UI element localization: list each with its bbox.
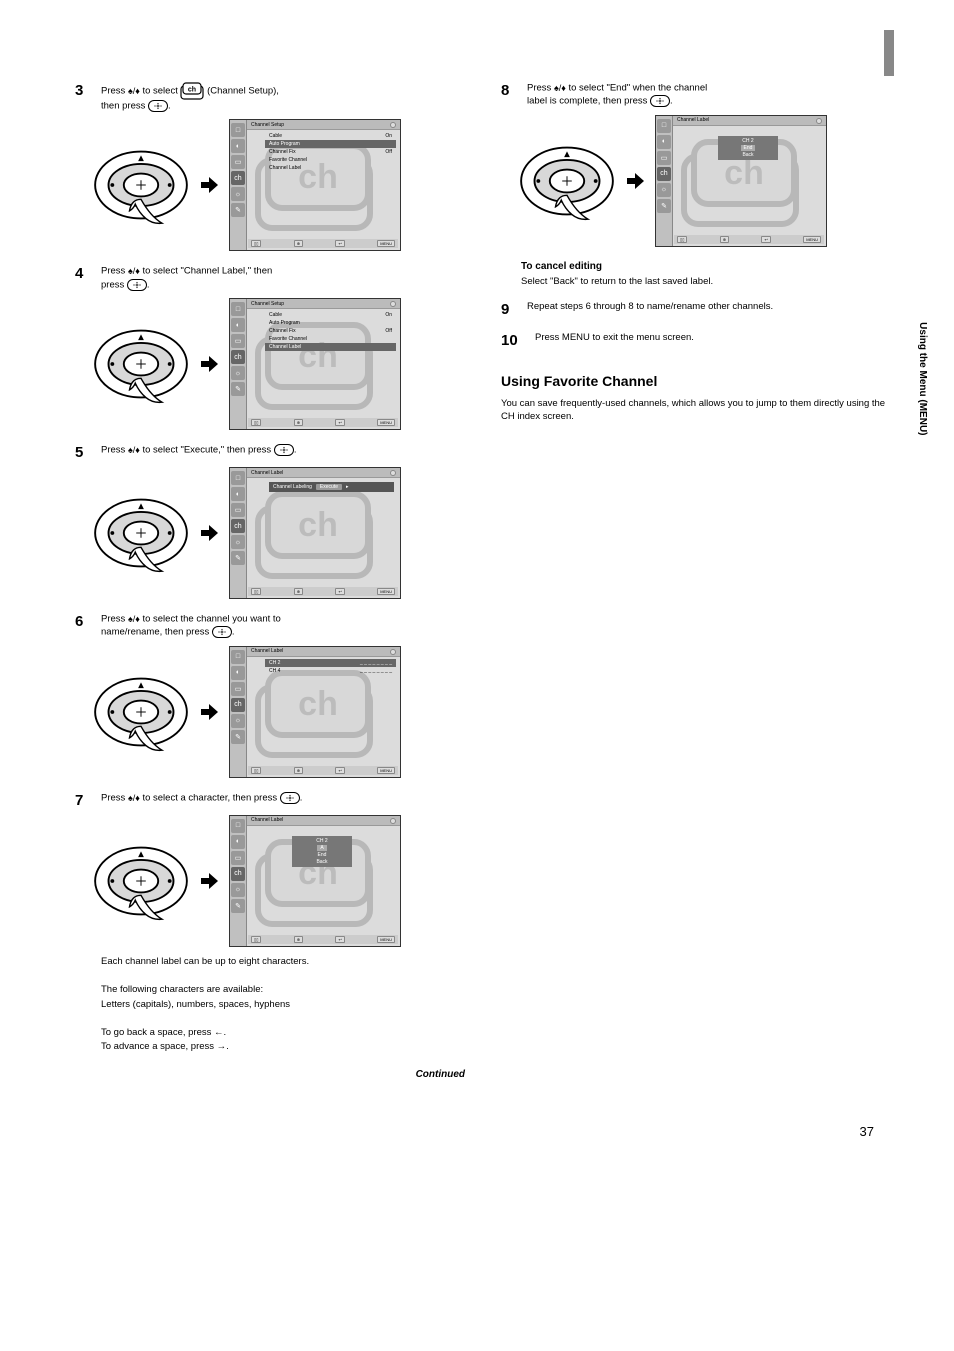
enter-button-icon: [148, 100, 168, 112]
step-6: 6 Press ♠/♦ to select the channel you wa…: [75, 613, 465, 778]
up-down-icon: ♠/♦: [128, 86, 140, 96]
step-text: Press ♠/♦ to select "Channel Label," the…: [101, 265, 272, 292]
sidebar-channel-icon: ch: [231, 171, 245, 185]
dpad-illustration: [93, 490, 189, 576]
cable-indicator: [390, 122, 396, 128]
enter-button-icon: [212, 626, 232, 638]
footer-back: ↩: [335, 240, 344, 247]
arrow-right-icon: [199, 702, 219, 722]
step-3: 3 Press ♠/♦ to select ch (Channel Setup)…: [75, 82, 465, 251]
step-7: 7 Press ♠/♦ to select a character, then …: [75, 792, 465, 1080]
footer-menu: MENU: [377, 240, 395, 247]
enter-button-icon: [127, 279, 147, 291]
arrow-right-icon: [625, 171, 645, 191]
up-down-icon: ♠/♦: [128, 445, 140, 455]
dpad-illustration: [519, 138, 615, 224]
up-down-icon: ♠/♦: [128, 793, 140, 803]
step-10: 10 Press MENU to exit the menu screen.: [501, 332, 891, 349]
dpad-illustration: [93, 321, 189, 407]
sidebar-icon: ◐: [231, 139, 245, 153]
end-dialog: CH 2 End Back: [718, 136, 778, 160]
step-4: 4 Press ♠/♦ to select "Channel Label," t…: [75, 265, 465, 430]
left-column: 3 Press ♠/♦ to select ch (Channel Setup)…: [75, 82, 465, 1094]
step-9: 9 Repeat steps 6 through 8 to name/renam…: [501, 301, 891, 318]
step-5: 5 Press ♠/♦ to select "Execute," then pr…: [75, 444, 465, 599]
up-down-icon: ♠/♦: [128, 266, 140, 276]
sidebar-icon: □: [231, 123, 245, 137]
step-7-body: Each channel label can be up to eight ch…: [101, 955, 465, 1055]
char-select-dialog: CH 2 A End Back: [292, 836, 352, 867]
right-column: 8 Press ♠/♦ to select "End" when the cha…: [501, 82, 891, 1094]
cable-indicator: [390, 301, 396, 307]
step-number: 3: [75, 82, 93, 99]
channel-setup-icon: ch: [180, 82, 204, 100]
sidebar-icon: ✎: [231, 203, 245, 217]
arrow-right-icon: [199, 354, 219, 374]
continued-label: Continued: [75, 1069, 465, 1080]
menu-screen: □◐▭ch☼✎ ch Channel Label CH 2 A End Back…: [229, 815, 401, 947]
arrow-right-icon: [199, 175, 219, 195]
up-down-icon: ♠/♦: [554, 83, 566, 93]
enter-button-icon: [280, 792, 300, 804]
page-tab: [884, 30, 894, 76]
menu-screen: □◐▭ch☼✎ ch Channel Setup CableOn Auto Pr…: [229, 298, 401, 430]
arrow-right-icon: [199, 523, 219, 543]
footer-enter: ⊕: [294, 240, 303, 247]
step-text: Press ♠/♦ to select ch (Channel Setup), …: [101, 82, 279, 113]
menu-screen: □◐▭ch☼✎ ch Channel Label CH 2 End Back ▯…: [655, 115, 827, 247]
step-number: 4: [75, 265, 93, 282]
side-label: Using the Menu (MENU): [917, 322, 928, 435]
dpad-illustration: [93, 669, 189, 755]
sidebar-icon: ☼: [231, 187, 245, 201]
favorite-section: Using Favorite Channel You can save freq…: [501, 373, 891, 424]
svg-text:ch: ch: [188, 87, 196, 94]
enter-button-icon: [274, 444, 294, 456]
execute-dialog: Channel Labeling Execute ▸: [269, 482, 394, 492]
up-down-icon: ♠/♦: [128, 614, 140, 624]
dpad-illustration: [93, 142, 189, 228]
cancel-editing: To cancel editing Select "Back" to retur…: [501, 261, 891, 287]
dpad-illustration: [93, 838, 189, 924]
page-number: 37: [75, 1124, 894, 1139]
enter-button-icon: [650, 95, 670, 107]
sidebar-icon: ▭: [231, 155, 245, 169]
menu-screen: □ ◐ ▭ ch ☼ ✎ ch Channel Setup: [229, 119, 401, 251]
step-8: 8 Press ♠/♦ to select "End" when the cha…: [501, 82, 891, 247]
footer-pip: ▯▯: [251, 240, 261, 247]
arrow-right-icon: [199, 871, 219, 891]
menu-screen: □◐▭ch☼✎ ch Channel Label CH 2_ _ _ _ _ _…: [229, 646, 401, 778]
menu-screen: □◐▭ch☼✎ ch Channel Label Channel Labelin…: [229, 467, 401, 599]
